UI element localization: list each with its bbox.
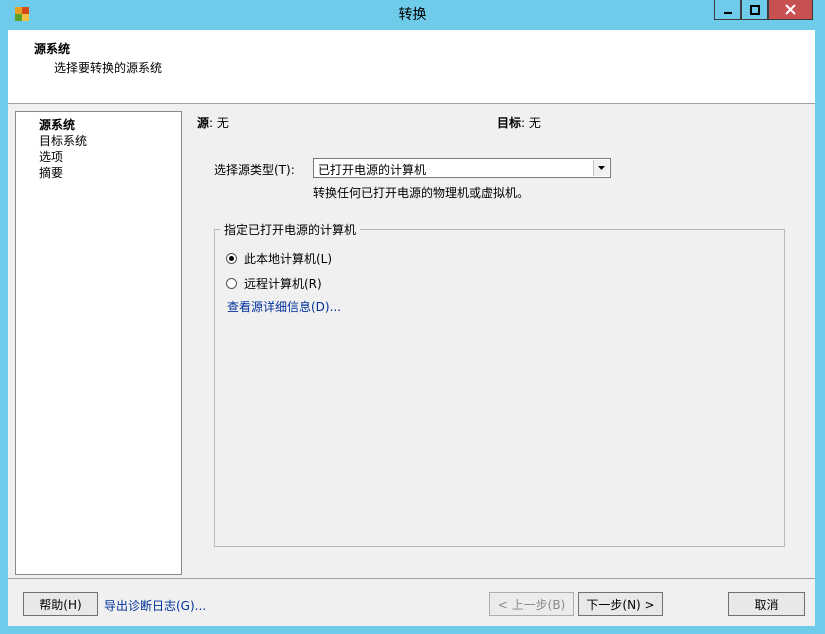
page-title: 源系统 xyxy=(34,42,71,56)
steps-panel: 源系统 目标系统 选项 摘要 xyxy=(15,111,182,575)
maximize-button[interactable] xyxy=(741,0,768,20)
source-type-value: 已打开电源的计算机 xyxy=(318,163,427,177)
group-title: 指定已打开电源的计算机 xyxy=(220,221,361,238)
target-summary: 目标: 无 xyxy=(497,114,541,131)
radio-remote-indicator[interactable] xyxy=(226,278,237,289)
close-icon xyxy=(785,4,796,15)
dialog-client: 源系统 选择要转换的源系统 源系统 目标系统 选项 摘要 源: 无 目标: 无 … xyxy=(8,30,815,626)
source-label: 源 xyxy=(197,116,210,130)
source-type-select[interactable]: 已打开电源的计算机 xyxy=(313,158,611,178)
step-target-system[interactable]: 目标系统 xyxy=(39,133,181,149)
maximize-icon xyxy=(749,4,760,15)
footer-divider xyxy=(8,578,815,579)
radio-local-machine[interactable]: 此本地计算机(L) xyxy=(226,250,332,267)
help-button[interactable]: 帮助(H) xyxy=(23,592,98,616)
radio-remote-machine[interactable]: 远程计算机(R) xyxy=(226,275,322,292)
source-type-label: 选择源类型(T): xyxy=(214,163,295,177)
step-summary[interactable]: 摘要 xyxy=(39,165,181,181)
wizard-header: 源系统 选择要转换的源系统 xyxy=(8,30,815,104)
close-button[interactable] xyxy=(768,0,813,20)
title-bar[interactable]: 转换 xyxy=(0,0,825,27)
cancel-button[interactable]: 取消 xyxy=(728,592,805,616)
window-title: 转换 xyxy=(398,7,427,23)
step-source-system[interactable]: 源系统 xyxy=(39,117,181,133)
next-button[interactable]: 下一步(N) > xyxy=(578,592,663,616)
minimize-icon xyxy=(723,11,732,14)
target-value: 无 xyxy=(528,116,541,130)
radio-local-label: 此本地计算机(L) xyxy=(244,252,333,266)
back-button[interactable]: < 上一步(B) xyxy=(489,592,574,616)
chevron-down-icon xyxy=(598,166,605,170)
source-colon: : xyxy=(209,116,217,130)
view-source-details-link[interactable]: 查看源详细信息(D)... xyxy=(227,298,341,315)
target-label: 目标 xyxy=(497,116,522,130)
radio-local-indicator[interactable] xyxy=(226,253,237,264)
source-type-help: 转换任何已打开电源的物理机或虚拟机。 xyxy=(313,186,530,200)
export-diagnostic-logs-link[interactable]: 导出诊断日志(G)... xyxy=(104,597,206,614)
radio-remote-label: 远程计算机(R) xyxy=(244,277,322,291)
minimize-button[interactable] xyxy=(714,0,741,20)
source-value: 无 xyxy=(216,116,229,130)
source-summary: 源: 无 xyxy=(197,114,229,131)
dropdown-button[interactable] xyxy=(593,160,609,176)
converter-window: 转换 源系统 选择要转换的源系统 源系统 目标系统 选项 摘要 源: 无 目标:… xyxy=(0,0,825,634)
target-colon: : xyxy=(521,116,529,130)
page-subtitle: 选择要转换的源系统 xyxy=(54,61,163,75)
step-options[interactable]: 选项 xyxy=(39,149,181,165)
